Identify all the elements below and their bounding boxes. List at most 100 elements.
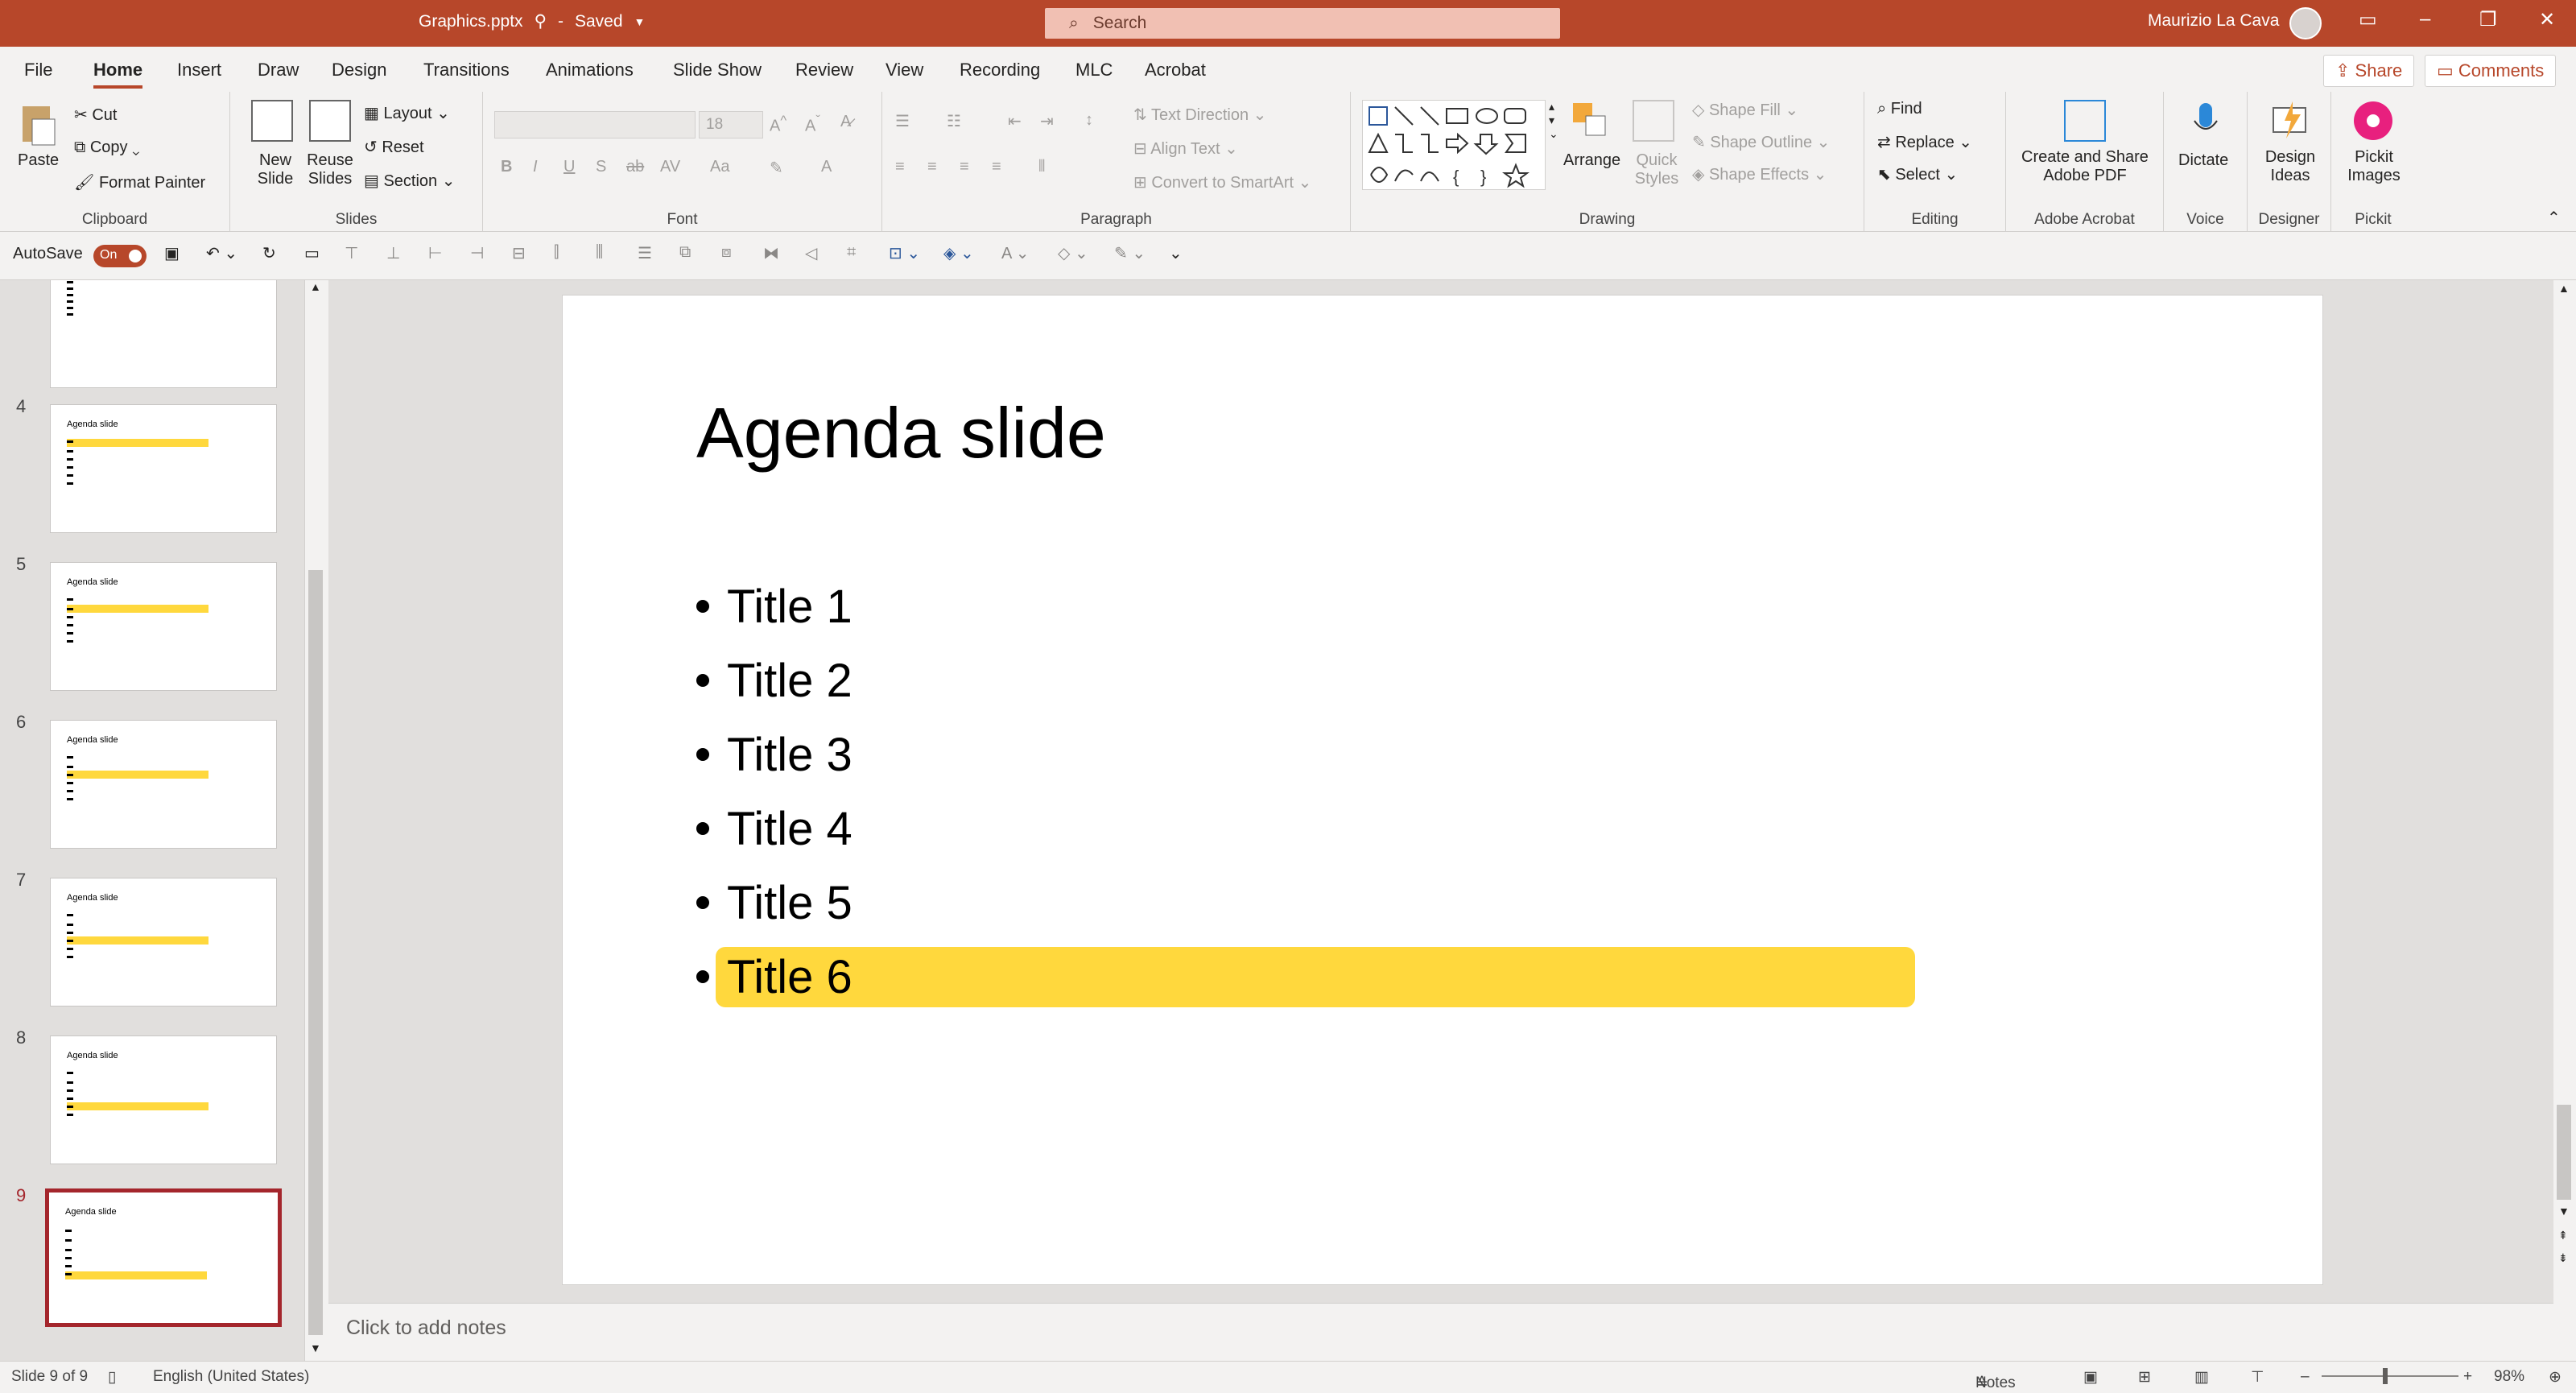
scroll-up-icon[interactable]: ▲	[310, 280, 321, 293]
tab-insert[interactable]: Insert	[177, 60, 221, 81]
scroll-up-icon[interactable]: ▲	[2558, 282, 2570, 295]
redo-icon[interactable]: ↻	[262, 243, 276, 263]
reuse-slides-icon[interactable]	[309, 100, 351, 142]
design-ideas-icon[interactable]	[2268, 100, 2310, 142]
highlight-qat-icon[interactable]: ◇ ⌄	[1058, 243, 1088, 263]
tab-review[interactable]: Review	[795, 60, 853, 81]
clear-format-icon[interactable]: A̷	[840, 113, 851, 131]
share-button[interactable]: ⇪ Share	[2323, 55, 2415, 87]
bullets-icon[interactable]: ☰	[895, 111, 910, 131]
arrange-icon[interactable]	[1570, 100, 1612, 142]
grow-font-icon[interactable]: A^	[770, 113, 786, 136]
quick-styles-icon[interactable]	[1633, 100, 1674, 142]
search-box[interactable]: ⌕ Search	[1045, 8, 1560, 39]
ribbon-display-icon[interactable]: ▭	[2359, 8, 2377, 31]
previous-slide-icon[interactable]: ⇞	[2558, 1229, 2568, 1242]
minimize-icon[interactable]: –	[2420, 8, 2430, 31]
shape-effects-button[interactable]: ◈ Shape Effects ⌄	[1692, 164, 1827, 184]
gallery-scroll-icon[interactable]: ▴ ▾ ⌄	[1549, 100, 1558, 141]
bullet-item[interactable]: Title 2	[696, 648, 852, 713]
slide-scrollbar[interactable]: ▲ ▼ ⇞ ⇟	[2553, 280, 2576, 1361]
user-name[interactable]: Maurizio La Cava	[2148, 11, 2279, 31]
align-right-icon[interactable]: ≡	[960, 158, 969, 176]
numbering-icon[interactable]: ☷	[947, 111, 961, 131]
strikethrough-icon[interactable]: ab	[626, 158, 644, 176]
shape-fill-qat-icon[interactable]: ◈ ⌄	[943, 243, 974, 263]
notes-pane[interactable]: Click to add notes	[328, 1303, 2553, 1361]
slide-thumbnail-selected[interactable]: Agenda slide	[45, 1188, 282, 1327]
zoom-out-icon[interactable]: –	[2301, 1368, 2310, 1386]
autosave-toggle[interactable]: On	[93, 245, 147, 267]
accessibility-icon[interactable]: ▯	[108, 1368, 116, 1387]
increase-indent-icon[interactable]: ⇥	[1040, 111, 1054, 131]
tab-acrobat[interactable]: Acrobat	[1145, 60, 1206, 81]
tab-file[interactable]: File	[24, 60, 52, 81]
language-indicator[interactable]: English (United States)	[153, 1368, 309, 1386]
tab-design[interactable]: Design	[332, 60, 386, 81]
tab-animations[interactable]: Animations	[546, 60, 634, 81]
slide-canvas[interactable]: Agenda slide Title 1 Title 2 Title 3 Tit…	[562, 295, 2323, 1285]
bullet-item[interactable]: Title 4	[696, 796, 852, 861]
scroll-thumb[interactable]	[308, 570, 323, 1335]
spacing-icon[interactable]: AV	[660, 158, 680, 176]
align-middle-icon[interactable]: ⊟	[512, 243, 526, 263]
tab-home[interactable]: Home	[93, 60, 143, 89]
copy-button[interactable]: ⧉ Copy ⌄	[74, 138, 140, 157]
tab-view[interactable]: View	[886, 60, 923, 81]
underline-icon[interactable]: U	[564, 158, 575, 176]
shape-fill-button[interactable]: ◇ Shape Fill ⌄	[1692, 100, 1798, 120]
reset-button[interactable]: ↺ Reset	[364, 137, 424, 157]
rotate-icon[interactable]: ◁	[805, 243, 817, 263]
reading-view-icon[interactable]: ▥	[2194, 1368, 2209, 1387]
select-button[interactable]: ⬉ Select ⌄	[1877, 164, 1958, 184]
design-ideas-button[interactable]: Design Ideas	[2262, 148, 2318, 185]
ungroup-icon[interactable]: ⧈	[721, 243, 732, 262]
convert-smartart-button[interactable]: ⊞ Convert to SmartArt ⌄	[1133, 172, 1311, 192]
tab-transitions[interactable]: Transitions	[423, 60, 510, 81]
slide-thumbnail[interactable]: Agenda slide	[50, 720, 277, 849]
slideshow-icon[interactable]: ⊤	[2251, 1368, 2264, 1387]
align-left-icon[interactable]: ≡	[895, 158, 905, 176]
next-slide-icon[interactable]: ⇟	[2558, 1251, 2568, 1265]
layout-button[interactable]: ▦ Layout ⌄	[364, 103, 450, 123]
tab-draw[interactable]: Draw	[258, 60, 299, 81]
align-bottom-icon[interactable]: ⊥	[386, 243, 400, 263]
arrange-button[interactable]: Arrange	[1563, 151, 1620, 170]
tab-slide-show[interactable]: Slide Show	[673, 60, 762, 81]
shapes-gallery[interactable]: { }	[1362, 100, 1546, 190]
textbox-icon[interactable]: ⊡ ⌄	[889, 243, 920, 263]
pickit-icon[interactable]	[2352, 100, 2394, 142]
comments-button[interactable]: ▭ Comments	[2425, 55, 2557, 87]
customize-qat-icon[interactable]: ⌄	[1169, 243, 1183, 263]
slide-thumbnail[interactable]	[50, 280, 277, 388]
new-slide-button[interactable]: New Slide	[251, 151, 299, 188]
line-spacing-icon[interactable]: ↕	[1085, 111, 1093, 130]
scroll-down-icon[interactable]: ▼	[310, 1341, 321, 1354]
avatar[interactable]	[2289, 7, 2322, 39]
font-color-qat-icon[interactable]: A ⌄	[1001, 243, 1030, 263]
scroll-down-icon[interactable]: ▼	[2558, 1205, 2570, 1217]
restore-icon[interactable]: ❐	[2479, 8, 2497, 31]
format-painter-button[interactable]: 🖌 Format Painter	[74, 172, 205, 192]
highlight-icon[interactable]: ✎	[770, 158, 783, 178]
tab-mlc[interactable]: MLC	[1075, 60, 1113, 81]
slide-sorter-icon[interactable]: ⊞	[2138, 1368, 2151, 1387]
decrease-indent-icon[interactable]: ⇤	[1008, 111, 1022, 131]
change-case-icon[interactable]: Aa	[710, 158, 729, 176]
present-icon[interactable]: ▭	[304, 243, 320, 263]
slide-title[interactable]: Agenda slide	[696, 392, 1106, 474]
collapse-ribbon-icon[interactable]: ⌃	[2547, 208, 2561, 228]
replace-button[interactable]: ⇄ Replace ⌄	[1877, 132, 1972, 152]
slide-thumbnail[interactable]: Agenda slide	[50, 404, 277, 533]
slide-thumbnail[interactable]: Agenda slide	[50, 878, 277, 1007]
align-center-icon[interactable]: ≡	[927, 158, 937, 176]
dictate-button[interactable]: Dictate	[2178, 151, 2228, 170]
shadow-icon[interactable]: S	[596, 158, 606, 176]
flip-icon[interactable]: ⧓	[763, 243, 779, 263]
group-icon[interactable]: ⧉	[679, 243, 691, 262]
microphone-icon[interactable]	[2185, 100, 2227, 142]
close-icon[interactable]: ✕	[2539, 8, 2555, 31]
align-right-objects-icon[interactable]: ⊣	[470, 243, 484, 263]
text-direction-button[interactable]: ⇅ Text Direction ⌄	[1133, 105, 1266, 125]
zoom-slider-thumb[interactable]	[2383, 1368, 2388, 1384]
